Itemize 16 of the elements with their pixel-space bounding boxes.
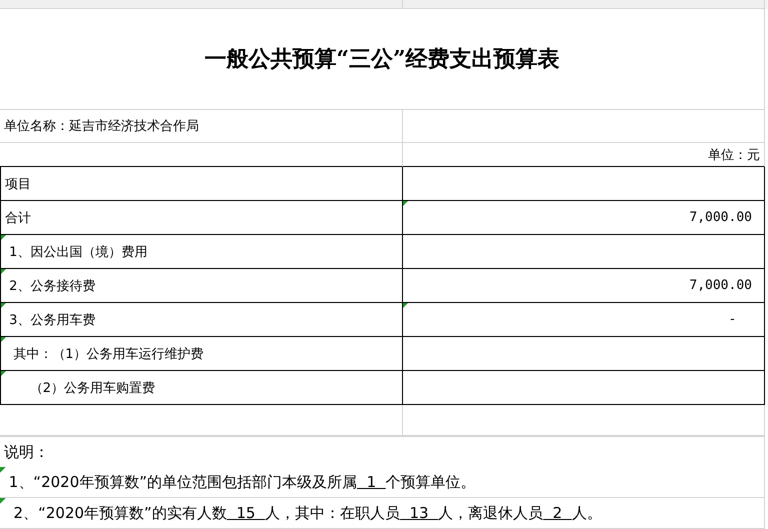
item-text: 合计 [5, 210, 31, 226]
currency-unit-label: 单位：元 [708, 146, 760, 164]
note-text: 1、“2020年预算数”的单位范围包括部门本级及所属 1 个预算单位。 [0, 467, 765, 498]
amount-text: 7,000.00 [689, 210, 752, 225]
item-text: 3、公务用车费 [8, 312, 96, 328]
item-text: 1、因公出国（境）费用 [8, 244, 148, 260]
table-title: 一般公共预算“三公”经费支出预算表 [204, 45, 560, 74]
note-text: 2、“2020年预算数”的实有人数 15 人，其中：在职人员 13 人，离退休人员 2 人。 [0, 498, 765, 529]
notes-heading: 说明： [4, 442, 49, 462]
item-text: 其中：（1）公务用车运行维护费 [12, 346, 204, 362]
item-text: 项目 [5, 176, 31, 192]
item-text: 2、公务接待费 [8, 278, 96, 294]
amount-text: 7,000.00 [689, 278, 752, 293]
unit-name-cell-text: 单位名称：延吉市经济技术合作局 [4, 118, 199, 135]
amount-text: - [728, 312, 738, 327]
item-text: （2）公务用车购置费 [28, 380, 156, 396]
